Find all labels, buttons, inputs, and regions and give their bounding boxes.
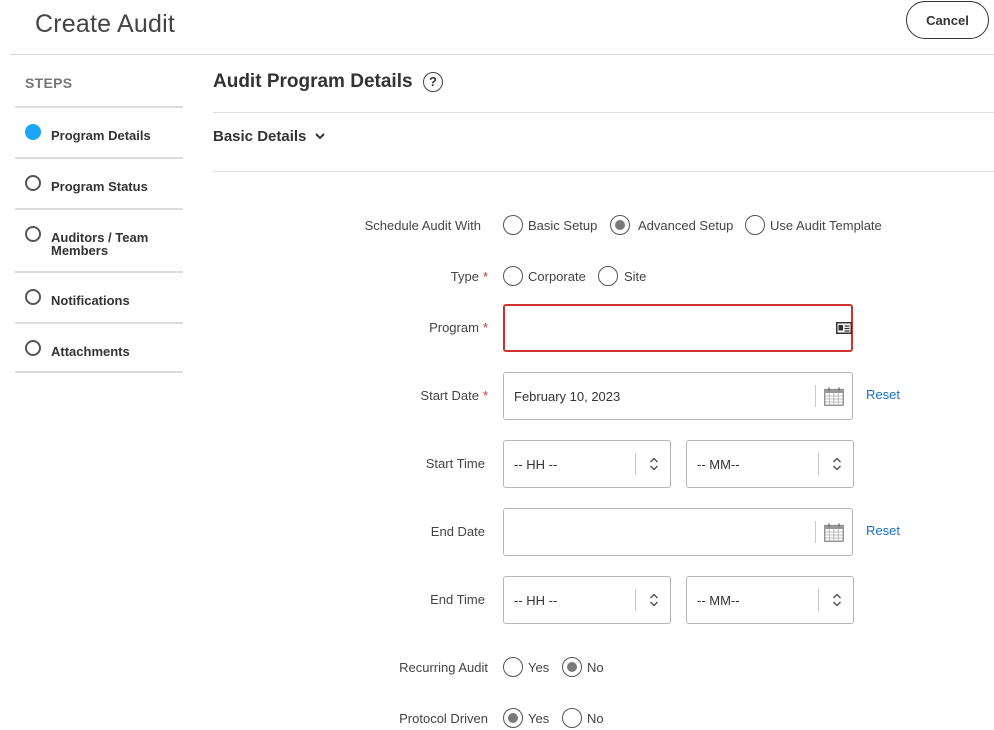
type-label: Type *	[451, 269, 488, 284]
end-time-hours-value: -- HH --	[514, 593, 558, 608]
protocol-driven-label: Protocol Driven	[399, 711, 488, 726]
header-divider	[10, 54, 994, 55]
id-card-icon[interactable]	[836, 322, 852, 334]
spinner-arrows-icon[interactable]	[832, 592, 842, 608]
step-list: Program Details Program Status Auditors …	[15, 106, 183, 373]
cancel-button[interactable]: Cancel	[906, 1, 989, 39]
step-auditors-team-members[interactable]: Auditors / Team Members	[15, 208, 183, 271]
schedule-audit-with-label: Schedule Audit With	[364, 218, 481, 233]
step-label: Program Details	[51, 128, 151, 143]
steps-heading: STEPS	[25, 75, 73, 91]
recurring-audit-label: Recurring Audit	[399, 660, 488, 675]
field-separator	[818, 453, 819, 475]
step-label: Notifications	[51, 293, 130, 308]
program-input[interactable]	[503, 304, 853, 352]
step-dot	[25, 289, 41, 305]
help-icon[interactable]: ?	[423, 72, 443, 92]
step-notifications[interactable]: Notifications	[15, 271, 183, 322]
page-header: Create Audit Cancel	[0, 0, 994, 55]
radio-use-audit-template[interactable]	[745, 215, 765, 235]
end-date-reset-link[interactable]: Reset	[866, 523, 900, 538]
step-program-status[interactable]: Program Status	[15, 157, 183, 208]
start-date-reset-link[interactable]: Reset	[866, 387, 900, 402]
divider	[213, 171, 994, 172]
radio-site[interactable]	[598, 266, 618, 286]
divider	[213, 112, 994, 113]
start-time-hours-select[interactable]: -- HH --	[503, 440, 671, 488]
radio-protocol-yes[interactable]	[503, 708, 523, 728]
start-date-value: February 10, 2023	[514, 389, 621, 404]
start-date-label: Start Date *	[420, 388, 488, 403]
calendar-icon[interactable]	[824, 387, 844, 406]
step-label: Attachments	[51, 344, 130, 359]
spinner-arrows-icon[interactable]	[649, 592, 659, 608]
chevron-down-icon[interactable]	[314, 130, 326, 142]
start-time-label: Start Time	[425, 456, 485, 471]
step-program-details[interactable]: Program Details	[15, 106, 183, 157]
radio-use-audit-template-label[interactable]: Use Audit Template	[770, 218, 882, 233]
field-separator	[815, 385, 816, 407]
calendar-icon[interactable]	[824, 523, 844, 542]
step-active-dot	[25, 124, 41, 140]
start-date-input[interactable]: February 10, 2023	[503, 372, 853, 420]
end-time-label: End Time	[430, 592, 485, 607]
radio-basic-setup[interactable]	[503, 215, 523, 235]
end-time-minutes-value: -- MM--	[697, 593, 740, 608]
radio-recurring-yes[interactable]	[503, 657, 523, 677]
start-date-label-text: Start Date	[420, 388, 479, 403]
radio-recurring-no[interactable]	[562, 657, 582, 677]
program-label-text: Program	[429, 320, 479, 335]
step-attachments[interactable]: Attachments	[15, 322, 183, 373]
step-dot	[25, 340, 41, 356]
end-time-hours-select[interactable]: -- HH --	[503, 576, 671, 624]
radio-protocol-no[interactable]	[562, 708, 582, 728]
step-dot	[25, 175, 41, 191]
field-separator	[635, 453, 636, 475]
radio-advanced-setup-label[interactable]: Advanced Setup	[638, 218, 733, 233]
end-date-label: End Date	[430, 524, 485, 539]
field-separator	[635, 589, 636, 611]
radio-protocol-no-label[interactable]: No	[587, 711, 604, 726]
start-time-hours-value: -- HH --	[514, 457, 558, 472]
spinner-arrows-icon[interactable]	[832, 456, 842, 472]
step-label: Program Status	[51, 179, 148, 194]
radio-recurring-yes-label[interactable]: Yes	[528, 660, 549, 675]
required-mark: *	[482, 388, 488, 403]
radio-advanced-setup[interactable]	[610, 215, 630, 235]
radio-site-label[interactable]: Site	[624, 269, 646, 284]
radio-protocol-yes-label[interactable]: Yes	[528, 711, 549, 726]
end-time-minutes-select[interactable]: -- MM--	[686, 576, 854, 624]
start-time-minutes-value: -- MM--	[697, 457, 740, 472]
radio-corporate[interactable]	[503, 266, 523, 286]
required-mark: *	[482, 320, 488, 335]
required-mark: *	[482, 269, 488, 284]
program-label: Program *	[429, 320, 488, 335]
section-title: Audit Program Details	[213, 71, 413, 92]
basic-details-toggle[interactable]: Basic Details	[213, 128, 306, 145]
type-label-text: Type	[450, 269, 479, 284]
radio-basic-setup-label[interactable]: Basic Setup	[528, 218, 597, 233]
spinner-arrows-icon[interactable]	[649, 456, 659, 472]
field-separator	[815, 521, 816, 543]
start-time-minutes-select[interactable]: -- MM--	[686, 440, 854, 488]
page-title: Create Audit	[35, 10, 175, 38]
field-separator	[818, 589, 819, 611]
step-dot	[25, 226, 41, 242]
radio-recurring-no-label[interactable]: No	[587, 660, 604, 675]
radio-corporate-label[interactable]: Corporate	[528, 269, 586, 284]
step-label: Auditors / Team Members	[51, 230, 149, 258]
end-date-input[interactable]	[503, 508, 853, 556]
